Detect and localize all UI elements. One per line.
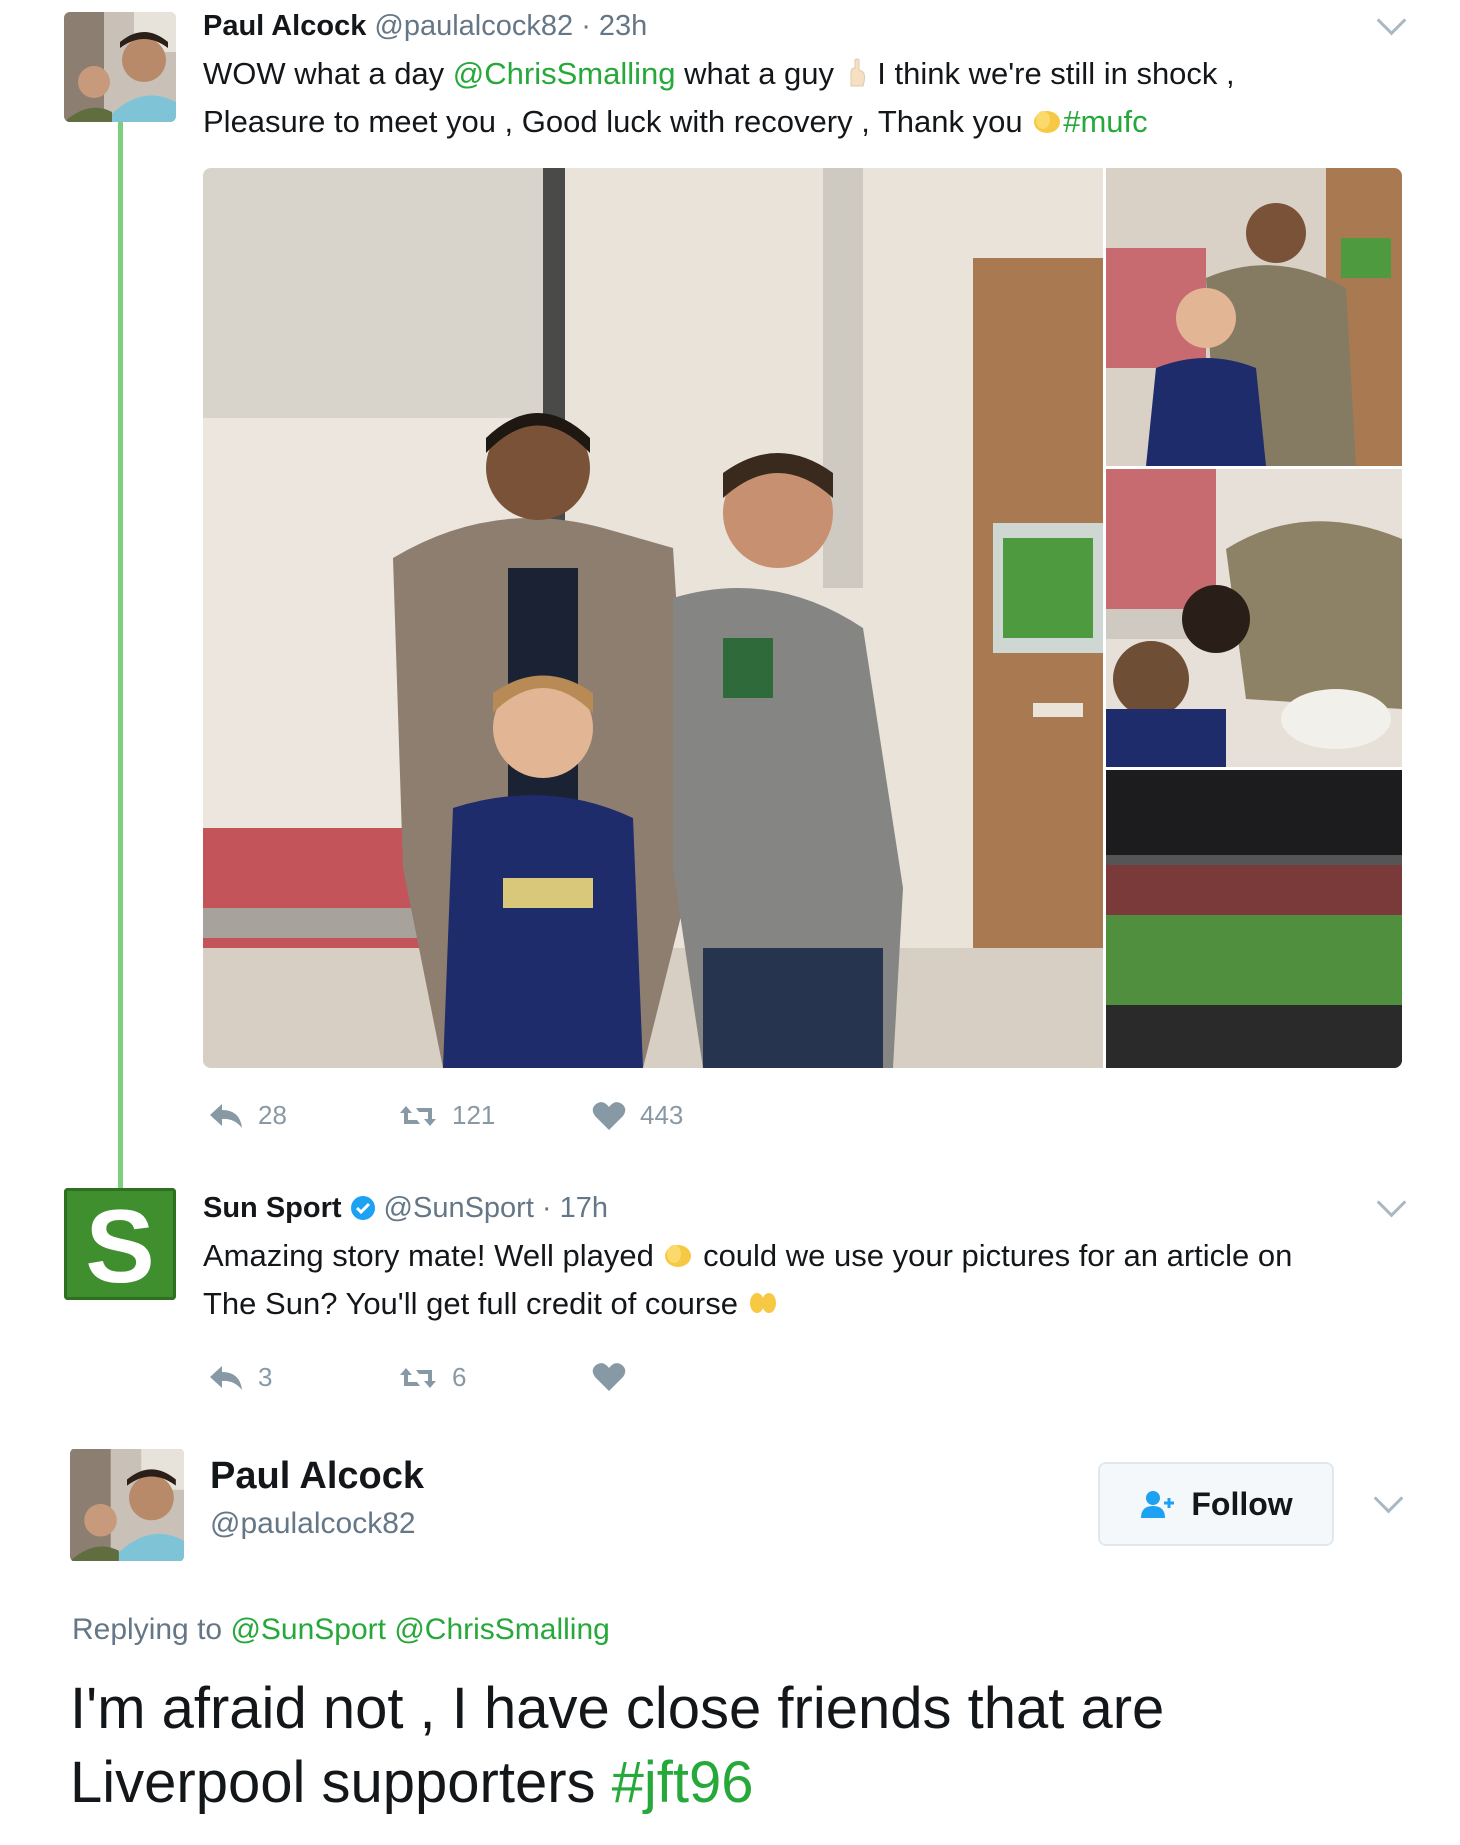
tweet1-text-part: what a guy [675, 56, 843, 91]
sun-sport-logo[interactable]: S [64, 1188, 176, 1300]
chevron-down-icon[interactable] [1376, 5, 1407, 36]
retweet-icon [400, 1367, 436, 1388]
chevron-down-icon[interactable] [1376, 1187, 1407, 1218]
tweet2-timestamp[interactable]: · 17h [542, 1188, 608, 1228]
tweet1-text-part: I think we're still in shock , [868, 56, 1235, 91]
tweet1-reply-button[interactable]: 28 [208, 1100, 287, 1131]
sun-sport-logo-letter: S [85, 1189, 154, 1300]
clapping-hands-icon [662, 1236, 694, 1267]
hashtag-mufc[interactable]: #mufc [1063, 104, 1147, 139]
tweet3-text-part: Liverpool supporters [70, 1750, 612, 1815]
clapping-hands-icon [1031, 102, 1063, 133]
tweet1-timestamp[interactable]: · 23h [581, 10, 647, 42]
tweet1-retweet-count: 121 [452, 1100, 496, 1130]
reply-icon [210, 1103, 242, 1128]
tweet1-retweet-button[interactable]: 121 [398, 1100, 495, 1131]
thread-line-1 [118, 120, 123, 1220]
follow-button-label: Follow [1191, 1485, 1293, 1522]
tweet2-author-name[interactable]: Sun Sport [203, 1188, 342, 1228]
mention-chrissmalling[interactable]: @ChrisSmalling [394, 1613, 610, 1646]
tweet3-text-line: I'm afraid not , I have close friends th… [70, 1676, 1165, 1741]
reply-icon [210, 1365, 242, 1390]
tweet1-author-name[interactable]: Paul Alcock [203, 10, 366, 42]
mention-sunsport[interactable]: @SunSport [230, 1613, 386, 1646]
replying-to-label: Replying to [72, 1613, 231, 1646]
tweet2-text-part: Amazing story mate! Well played [203, 1238, 663, 1273]
verified-icon [350, 1196, 375, 1220]
raised-hands-icon [747, 1284, 779, 1314]
tweet1-like-button[interactable]: 443 [592, 1100, 683, 1131]
tweet2-text: Amazing story mate! Well played could we… [203, 1232, 1292, 1328]
tweet2-reply-count: 3 [258, 1362, 273, 1392]
tweet2-reply-button[interactable]: 3 [208, 1362, 272, 1393]
hashtag-jft96[interactable]: #jft96 [612, 1750, 754, 1815]
tweet1-text: WOW what a day @ChrisSmalling what a guy… [203, 50, 1235, 146]
tweet1-text-part: WOW what a day [203, 56, 453, 91]
tweet1-photo-4[interactable] [1106, 770, 1402, 1068]
tweet3-author-name[interactable]: Paul Alcock [210, 1452, 424, 1500]
tweet3-text: I'm afraid not , I have close friends th… [70, 1672, 1164, 1820]
tweet2-like-button[interactable] [592, 1362, 626, 1392]
tweet1-like-count: 443 [640, 1100, 684, 1130]
follow-button[interactable]: Follow [1098, 1462, 1334, 1546]
tweet1-photo-2[interactable] [1106, 168, 1402, 466]
heart-icon [592, 1101, 626, 1130]
tweet2-author-handle[interactable]: @SunSport [384, 1188, 534, 1228]
tweet2-text-part: The Sun? You'll get full credit of cours… [203, 1286, 747, 1321]
avatar-paul-alcock[interactable] [70, 1448, 184, 1562]
raised-hand-emoji-icon [843, 54, 869, 87]
avatar-paul-alcock[interactable] [64, 12, 176, 122]
tweet2-text-part: could we use your pictures for an articl… [694, 1238, 1293, 1273]
tweet1-text-part: Pleasure to meet you , Good luck with re… [203, 104, 1032, 139]
chevron-down-icon[interactable] [1373, 1483, 1404, 1514]
tweet1-photo-3[interactable] [1106, 469, 1402, 767]
retweet-icon [400, 1105, 436, 1126]
tweet1-author-handle[interactable]: @paulalcock82 [374, 10, 573, 42]
replying-to-line: Replying to @SunSport @ChrisSmalling [72, 1610, 610, 1650]
add-user-icon [1141, 1491, 1175, 1518]
heart-icon [592, 1363, 626, 1391]
tweet2-retweet-count: 6 [452, 1362, 467, 1392]
tweet1-reply-count: 28 [258, 1100, 287, 1130]
tweet3-author-handle[interactable]: @paulalcock82 [210, 1504, 416, 1544]
tweet1-main-photo[interactable] [203, 168, 1103, 1068]
mention-chrissmalling[interactable]: @ChrisSmalling [453, 56, 676, 91]
tweet2-retweet-button[interactable]: 6 [398, 1362, 466, 1393]
